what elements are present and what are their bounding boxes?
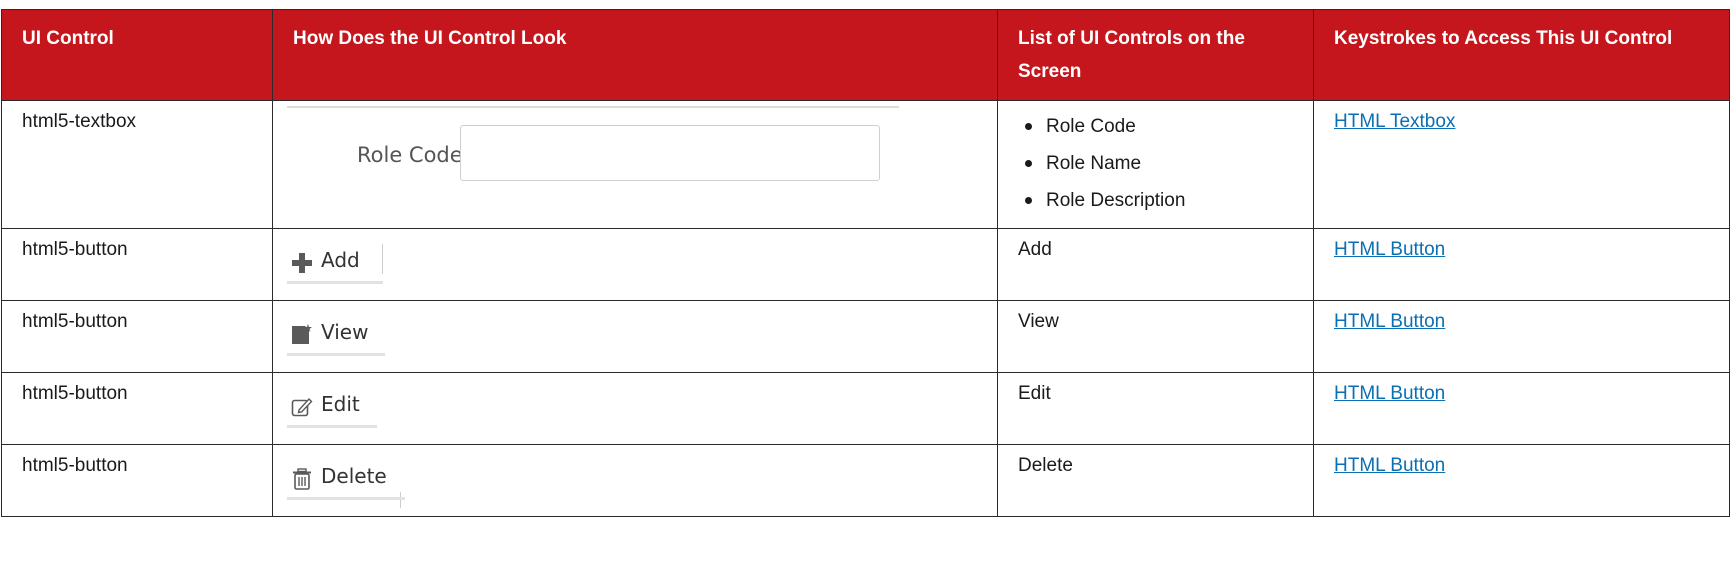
add-button-label: Add bbox=[321, 248, 360, 272]
cell-controls-text: Edit bbox=[997, 372, 1314, 445]
role-code-input[interactable] bbox=[460, 125, 880, 181]
cell-control-name: html5-button bbox=[1, 300, 273, 373]
trash-icon bbox=[291, 468, 313, 490]
role-code-label: Role Code bbox=[357, 143, 463, 167]
table-row: html5-button Add Add HTML Button bbox=[1, 228, 1730, 301]
cell-keystrokes: HTML Textbox bbox=[1313, 100, 1730, 229]
add-button[interactable]: Add bbox=[287, 246, 366, 276]
button-separator bbox=[400, 492, 401, 508]
controls-bullet-list: Role Code Role Name Role Description bbox=[1018, 108, 1293, 219]
list-item: Role Code bbox=[1025, 108, 1293, 145]
preview-divider bbox=[287, 106, 899, 108]
textbox-preview: Role Code bbox=[287, 106, 977, 218]
cell-control-name: html5-button bbox=[1, 444, 273, 517]
button-preview: Edit bbox=[287, 380, 977, 436]
edit-button[interactable]: Edit bbox=[287, 390, 366, 420]
html-textbox-link[interactable]: HTML Textbox bbox=[1334, 111, 1455, 132]
html-button-link[interactable]: HTML Button bbox=[1334, 455, 1445, 476]
plus-icon bbox=[291, 252, 313, 274]
view-button[interactable]: View bbox=[287, 318, 374, 348]
html-button-link[interactable]: HTML Button bbox=[1334, 311, 1445, 332]
delete-button[interactable]: Delete bbox=[287, 462, 393, 492]
cell-controls-text: Add bbox=[997, 228, 1314, 301]
html-button-link[interactable]: HTML Button bbox=[1334, 383, 1445, 404]
cell-controls-list: Role Code Role Name Role Description bbox=[997, 100, 1314, 229]
edit-pencil-icon bbox=[291, 396, 313, 418]
edit-button-label: Edit bbox=[321, 392, 360, 416]
ui-controls-table: UI Control How Does the UI Control Look … bbox=[1, 9, 1730, 517]
cell-preview: View bbox=[272, 300, 998, 373]
cell-control-name: html5-button bbox=[1, 228, 273, 301]
list-item: Role Description bbox=[1025, 182, 1293, 219]
button-separator bbox=[382, 244, 383, 274]
cell-preview: Role Code bbox=[272, 100, 998, 229]
table-row: html5-button Edit Edit HTML Button bbox=[1, 372, 1730, 445]
header-keystrokes: Keystrokes to Access This UI Control bbox=[1313, 9, 1730, 101]
cell-keystrokes: HTML Button bbox=[1313, 300, 1730, 373]
html-button-link[interactable]: HTML Button bbox=[1334, 239, 1445, 260]
list-item: Role Name bbox=[1025, 145, 1293, 182]
cell-control-name: html5-textbox bbox=[1, 100, 273, 229]
cell-keystrokes: HTML Button bbox=[1313, 372, 1730, 445]
view-button-label: View bbox=[321, 320, 369, 344]
cell-keystrokes: HTML Button bbox=[1313, 444, 1730, 517]
button-preview: Add bbox=[287, 236, 977, 292]
header-how-does-it-look: How Does the UI Control Look bbox=[272, 9, 998, 101]
cell-preview: Edit bbox=[272, 372, 998, 445]
button-underline bbox=[287, 425, 377, 428]
table-row: html5-button View View HTML Button bbox=[1, 300, 1730, 373]
cell-preview: Add bbox=[272, 228, 998, 301]
cell-keystrokes: HTML Button bbox=[1313, 228, 1730, 301]
header-ui-control: UI Control bbox=[1, 9, 273, 101]
table-row: html5-button Delete Delete HTML Button bbox=[1, 444, 1730, 517]
view-document-icon bbox=[291, 324, 313, 346]
button-preview: Delete bbox=[287, 452, 977, 508]
cell-preview: Delete bbox=[272, 444, 998, 517]
delete-button-label: Delete bbox=[321, 464, 387, 488]
cell-controls-text: View bbox=[997, 300, 1314, 373]
cell-controls-text: Delete bbox=[997, 444, 1314, 517]
button-underline bbox=[287, 281, 383, 284]
button-preview: View bbox=[287, 308, 977, 364]
table-row: html5-textbox Role Code Role Code Role N… bbox=[1, 100, 1730, 229]
button-underline bbox=[287, 353, 385, 356]
table-header-row: UI Control How Does the UI Control Look … bbox=[1, 9, 1730, 101]
cell-control-name: html5-button bbox=[1, 372, 273, 445]
button-underline bbox=[287, 497, 405, 500]
header-list-of-controls: List of UI Controls on the Screen bbox=[997, 9, 1314, 101]
